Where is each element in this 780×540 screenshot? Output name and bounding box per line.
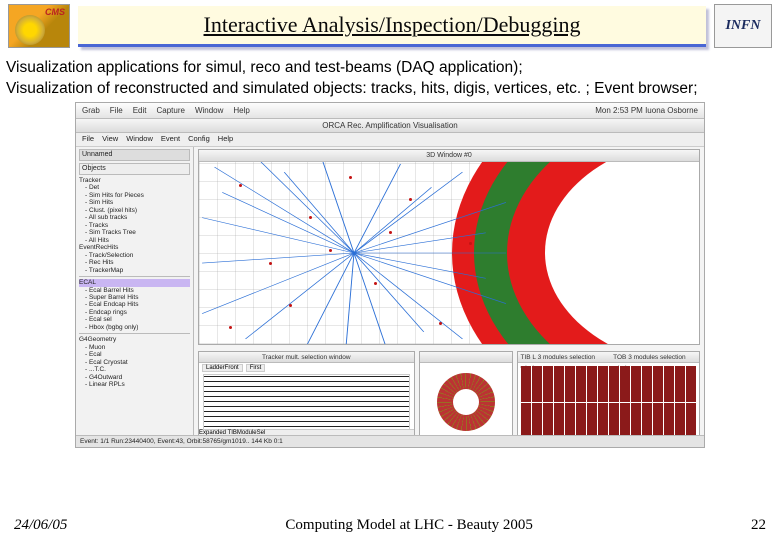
tree-item[interactable]: - Tracks bbox=[79, 222, 190, 229]
slide-title: Interactive Analysis/Inspection/Debuggin… bbox=[90, 12, 694, 38]
detector-canvas[interactable] bbox=[199, 162, 699, 344]
tree-item[interactable]: - Hbox (bgbg only) bbox=[79, 324, 190, 331]
main-area: 3D Window #0 bbox=[194, 147, 704, 447]
slide-footer: 24/06/05 Computing Model at LHC - Beauty… bbox=[0, 517, 780, 534]
modules-window[interactable]: TIB L 3 modules selection window TOB 3 m… bbox=[517, 351, 701, 443]
app-menu-item[interactable]: Event bbox=[161, 134, 180, 145]
app-menu-item[interactable]: File bbox=[82, 134, 94, 145]
cms-logo bbox=[8, 4, 70, 48]
sidebar-header: Unnamed bbox=[79, 149, 190, 161]
os-menubar: Grab File Edit Capture Window Help Mon 2… bbox=[76, 103, 704, 119]
embedded-screenshot: Grab File Edit Capture Window Help Mon 2… bbox=[75, 102, 705, 448]
window-title: 3D Window #0 bbox=[199, 150, 699, 162]
tree-item[interactable]: - G4Outward bbox=[79, 374, 190, 381]
tree-item[interactable]: - Sim Tracks Tree bbox=[79, 229, 190, 236]
endcap-ring-icon bbox=[437, 373, 495, 431]
tab-first[interactable]: First bbox=[246, 364, 266, 372]
window-title: TOB 3 modules selection window bbox=[613, 352, 696, 362]
ladder-tabs[interactable]: LadderFront First bbox=[202, 364, 265, 372]
tree-item[interactable]: - Sim Hits bbox=[79, 199, 190, 206]
menubar-item[interactable]: Capture bbox=[156, 106, 184, 115]
menubar-item[interactable]: Grab bbox=[82, 106, 100, 115]
endcap-window[interactable] bbox=[419, 351, 513, 443]
tab-ladderfront[interactable]: LadderFront bbox=[202, 364, 243, 372]
tree-item[interactable]: - Ecal bbox=[79, 351, 190, 358]
window-title: TIB L 3 modules selection window bbox=[521, 352, 606, 362]
menubar-item[interactable]: Window bbox=[195, 106, 223, 115]
bottom-panels: Tracker mult. selection window LadderFro… bbox=[198, 351, 700, 443]
menubar-item[interactable]: Edit bbox=[133, 106, 147, 115]
title-bar: Interactive Analysis/Inspection/Debuggin… bbox=[78, 6, 706, 47]
slide-body-text: Visualization applications for simul, re… bbox=[0, 50, 780, 102]
status-bar: Event: 1/1 Run:23440400, Event:43, Orbit… bbox=[76, 435, 704, 447]
detector-3d-window[interactable]: 3D Window #0 bbox=[198, 149, 700, 345]
tree-item[interactable]: - Endcap rings bbox=[79, 309, 190, 316]
sidebar-tab[interactable]: Objects bbox=[79, 163, 190, 175]
tree-item[interactable]: - Muon bbox=[79, 344, 190, 351]
infn-logo: INFN bbox=[714, 4, 772, 48]
tree-item[interactable]: - All sub tracks bbox=[79, 214, 190, 221]
slide-header: Interactive Analysis/Inspection/Debuggin… bbox=[0, 0, 780, 50]
tree-item[interactable]: - Clust. (pixel hits) bbox=[79, 207, 190, 214]
tree-item[interactable]: - Linear RPLs bbox=[79, 381, 190, 388]
modules-canvas[interactable] bbox=[521, 366, 697, 439]
ladder-window[interactable]: Tracker mult. selection window LadderFro… bbox=[198, 351, 415, 443]
app-menu: File View Window Event Config Help bbox=[76, 133, 704, 147]
app-menu-item[interactable]: Config bbox=[188, 134, 210, 145]
tree-item[interactable]: - Ecal Endcap Hits bbox=[79, 301, 190, 308]
tree-item[interactable]: - Ecal Cryostat bbox=[79, 359, 190, 366]
tree-item[interactable]: - Track/Selection bbox=[79, 252, 190, 259]
app-titlebar: ORCA Rec. Amplification Visualisation bbox=[76, 119, 704, 133]
body-line-2: Visualization of reconstructed and simul… bbox=[6, 79, 774, 100]
tree-item[interactable]: - TrackerMap bbox=[79, 267, 190, 274]
footer-title: Computing Model at LHC - Beauty 2005 bbox=[67, 517, 751, 534]
app-menu-item[interactable]: Window bbox=[126, 134, 153, 145]
tree-item[interactable]: - All Hits bbox=[79, 237, 190, 244]
tree-item[interactable]: Tracker bbox=[79, 177, 190, 184]
footer-page-number: 22 bbox=[751, 517, 766, 534]
body-line-1: Visualization applications for simul, re… bbox=[6, 58, 774, 79]
tree-item[interactable]: - ...T.C. bbox=[79, 366, 190, 373]
app-body: Unnamed Objects Tracker- Det- Sim Hits f… bbox=[76, 147, 704, 447]
tree-item[interactable]: - Super Barrel Hits bbox=[79, 294, 190, 301]
tree-item[interactable]: - Ecal Barrel Hits bbox=[79, 287, 190, 294]
footer-date: 24/06/05 bbox=[14, 517, 67, 534]
app-menu-item[interactable]: Help bbox=[218, 134, 233, 145]
object-tree-sidebar[interactable]: Unnamed Objects Tracker- Det- Sim Hits f… bbox=[76, 147, 194, 447]
menubar-clock: Mon 2:53 PM Iuona Osborne bbox=[595, 106, 698, 115]
tree-item[interactable]: - Det bbox=[79, 184, 190, 191]
app-menu-item[interactable]: View bbox=[102, 134, 118, 145]
hits-overlay bbox=[199, 162, 699, 344]
tree-item[interactable]: ECAL bbox=[79, 279, 190, 286]
tree-item[interactable]: - Sim Hits for Pieces bbox=[79, 192, 190, 199]
tree-item[interactable]: EventRecHits bbox=[79, 244, 190, 251]
object-tree[interactable]: Tracker- Det- Sim Hits for Pieces- Sim H… bbox=[79, 177, 190, 389]
tree-item[interactable]: G4Geometry bbox=[79, 336, 190, 343]
menubar-item[interactable]: Help bbox=[233, 106, 249, 115]
window-title bbox=[420, 352, 512, 363]
menubar-item[interactable]: File bbox=[110, 106, 123, 115]
tree-item[interactable]: - Rec Hits bbox=[79, 259, 190, 266]
window-title: Tracker mult. selection window bbox=[199, 352, 414, 363]
tree-item[interactable]: - Ecal sel bbox=[79, 316, 190, 323]
